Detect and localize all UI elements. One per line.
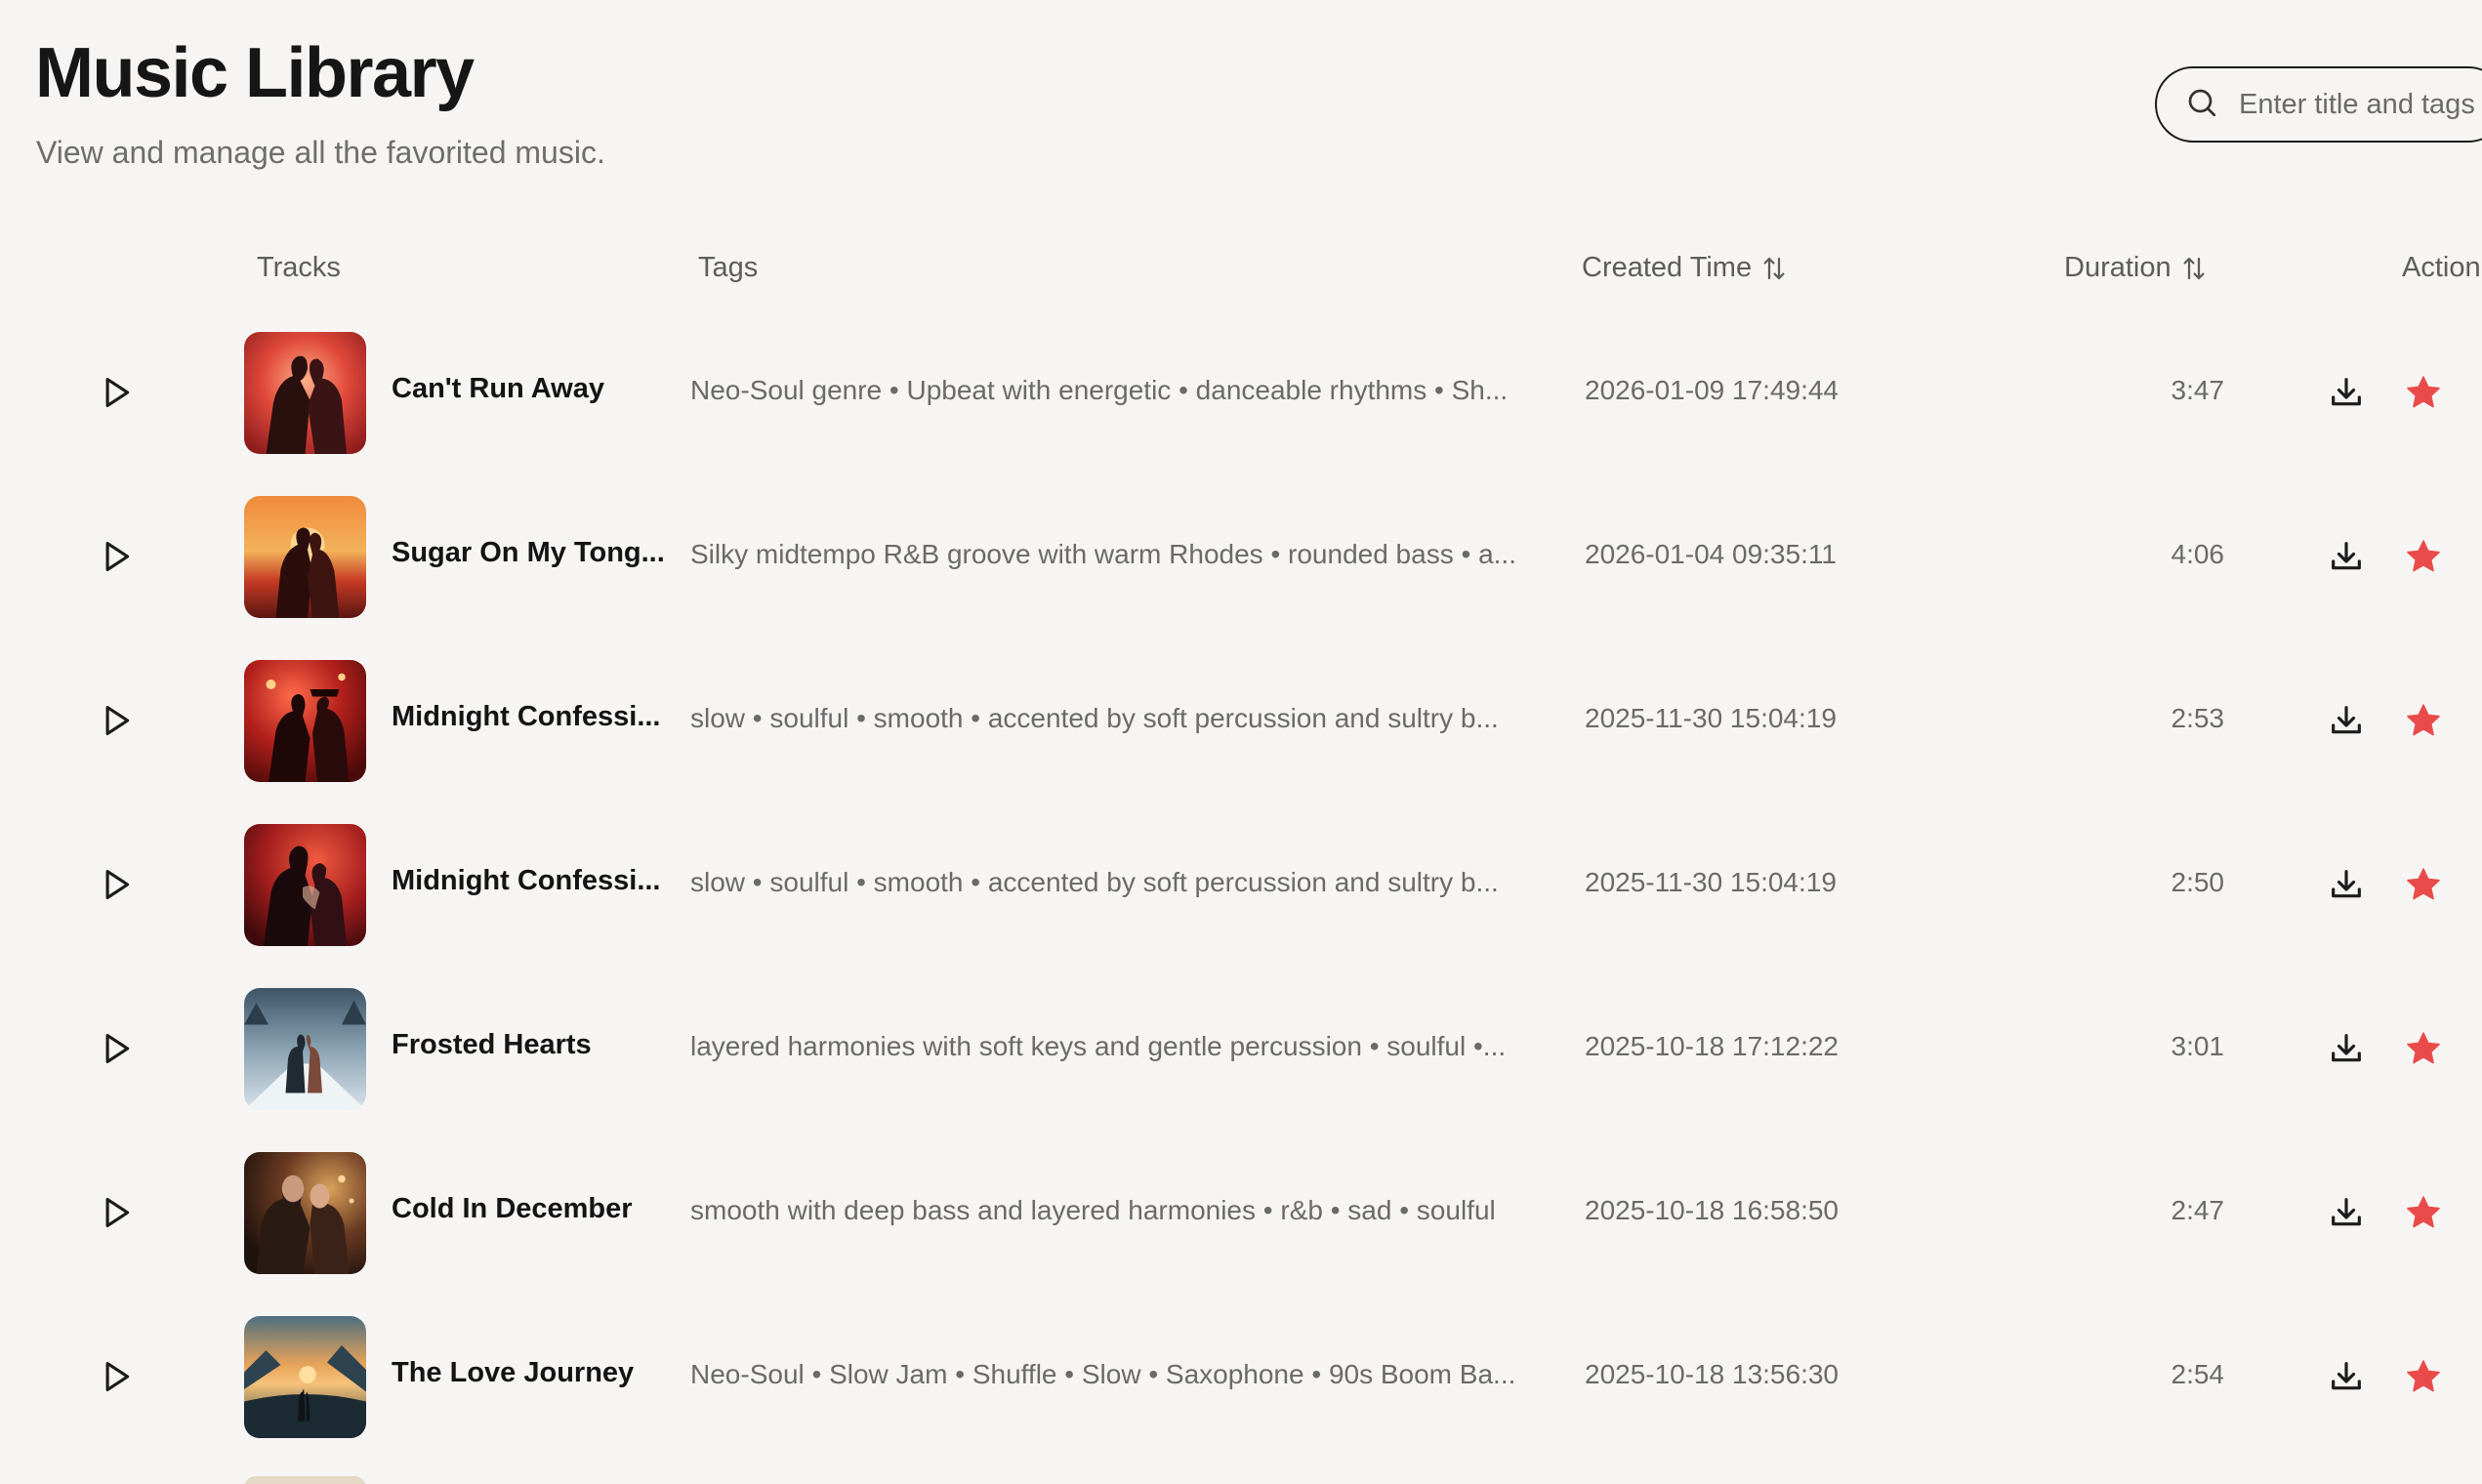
- table-row[interactable]: Midnight Confessi... slow • soulful • sm…: [0, 639, 2482, 803]
- star-icon: [2407, 868, 2440, 900]
- column-header-tags: Tags: [698, 252, 759, 283]
- download-icon: [2332, 706, 2361, 734]
- track-tags: layered harmonies with soft keys and gen…: [690, 1031, 1507, 1061]
- track-duration: 2:54: [2171, 1359, 2225, 1389]
- favorite-button[interactable]: [2404, 701, 2443, 740]
- play-icon: [105, 705, 130, 736]
- track-tags: slow • soulful • smooth • accented by so…: [690, 703, 1499, 733]
- track-duration: 4:06: [2171, 539, 2225, 569]
- track-created-time: 2025-10-18 17:12:22: [1585, 1031, 1839, 1061]
- track-created-time: 2025-10-18 13:56:30: [1585, 1359, 1839, 1389]
- download-button[interactable]: [2327, 1193, 2366, 1232]
- column-header-created-time[interactable]: Created Time: [1582, 252, 1789, 284]
- album-cover: [244, 824, 366, 946]
- favorite-button[interactable]: [2404, 865, 2443, 904]
- download-button[interactable]: [2327, 537, 2366, 576]
- album-cover: [244, 660, 366, 782]
- star-icon: [2407, 1360, 2440, 1392]
- track-duration: 2:53: [2171, 703, 2225, 733]
- play-icon: [105, 869, 130, 900]
- track-title[interactable]: Sugar On My Tong...: [392, 537, 665, 569]
- track-tags: smooth with deep bass and layered harmon…: [690, 1195, 1496, 1225]
- favorite-button[interactable]: [2404, 537, 2443, 576]
- search-input[interactable]: [2239, 88, 2482, 121]
- download-icon: [2332, 870, 2361, 898]
- track-tags: Neo-Soul • Slow Jam • Shuffle • Slow • S…: [690, 1359, 1516, 1389]
- music-library-page: Music Library View and manage all the fa…: [0, 0, 2482, 1484]
- sort-icon[interactable]: [1759, 254, 1789, 283]
- download-icon: [2332, 1362, 2361, 1390]
- download-icon: [2332, 1198, 2361, 1226]
- track-title[interactable]: The Love Journey: [392, 1357, 665, 1389]
- table-row[interactable]: Frosted Hearts layered harmonies with so…: [0, 967, 2482, 1131]
- album-cover: [244, 1316, 366, 1438]
- search-box[interactable]: [2155, 66, 2482, 143]
- sort-icon[interactable]: [2179, 254, 2209, 283]
- track-duration: 2:47: [2171, 1195, 2225, 1225]
- album-cover: [244, 1152, 366, 1274]
- download-icon: [2332, 1034, 2361, 1062]
- star-icon: [2407, 1032, 2440, 1064]
- track-tags: Neo-Soul genre • Upbeat with energetic •…: [690, 375, 1509, 405]
- album-cover: [244, 988, 366, 1110]
- play-icon: [105, 377, 130, 408]
- table-row[interactable]: Can't Run Away Neo-Soul genre • Upbeat w…: [0, 310, 2482, 474]
- column-header-action: Action: [2402, 252, 2481, 283]
- play-icon: [105, 1361, 130, 1392]
- star-icon: [2407, 704, 2440, 736]
- table-row[interactable]: Cold In December smooth with deep bass a…: [0, 1131, 2482, 1295]
- album-cover: [244, 496, 366, 618]
- track-tags: slow • soulful • smooth • accented by so…: [690, 867, 1499, 897]
- play-icon: [105, 1197, 130, 1228]
- play-button[interactable]: [96, 1189, 139, 1236]
- favorite-button[interactable]: [2404, 1357, 2443, 1396]
- play-button[interactable]: [96, 1025, 139, 1072]
- favorite-button[interactable]: [2404, 373, 2443, 412]
- track-created-time: 2026-01-04 09:35:11: [1585, 539, 1837, 569]
- column-header-duration[interactable]: Duration: [2064, 252, 2209, 284]
- play-button[interactable]: [96, 1353, 139, 1400]
- favorite-button[interactable]: [2404, 1193, 2443, 1232]
- download-button[interactable]: [2327, 865, 2366, 904]
- table-row[interactable]: Sugar On My Tong... Silky midtempo R&B g…: [0, 474, 2482, 639]
- download-button[interactable]: [2327, 701, 2366, 740]
- play-button[interactable]: [96, 861, 139, 908]
- play-icon: [105, 1033, 130, 1064]
- track-duration: 3:47: [2171, 375, 2225, 405]
- star-icon: [2407, 376, 2440, 408]
- search-icon: [2184, 85, 2219, 125]
- track-created-time: 2025-10-18 16:58:50: [1585, 1195, 1839, 1225]
- track-duration: 2:50: [2171, 867, 2225, 897]
- track-created-time: 2025-11-30 15:04:19: [1585, 703, 1837, 733]
- track-title[interactable]: Can't Run Away: [392, 373, 665, 405]
- page-subtitle: View and manage all the favorited music.: [36, 135, 605, 170]
- column-header-tracks: Tracks: [257, 252, 341, 283]
- track-created-time: 2026-01-09 17:49:44: [1585, 375, 1839, 405]
- download-icon: [2332, 542, 2361, 570]
- play-button[interactable]: [96, 369, 139, 416]
- album-cover: [244, 332, 366, 454]
- download-icon: [2332, 378, 2361, 406]
- favorite-button[interactable]: [2404, 1029, 2443, 1068]
- download-button[interactable]: [2327, 373, 2366, 412]
- track-created-time: 2025-11-30 15:04:19: [1585, 867, 1837, 897]
- star-icon: [2407, 1196, 2440, 1228]
- play-button[interactable]: [96, 697, 139, 744]
- track-tags: Silky midtempo R&B groove with warm Rhod…: [690, 539, 1516, 569]
- play-button[interactable]: [96, 533, 139, 580]
- download-button[interactable]: [2327, 1029, 2366, 1068]
- track-title[interactable]: Midnight Confessi...: [392, 865, 665, 897]
- download-button[interactable]: [2327, 1357, 2366, 1396]
- page-title: Music Library: [35, 34, 475, 112]
- track-title[interactable]: Midnight Confessi...: [392, 701, 665, 733]
- track-title[interactable]: Cold In December: [392, 1193, 665, 1225]
- track-title[interactable]: Frosted Hearts: [392, 1029, 665, 1061]
- table-row[interactable]: Midnight Confessi... slow • soulful • sm…: [0, 803, 2482, 967]
- table-row[interactable]: The Love Journey Neo-Soul • Slow Jam • S…: [0, 1295, 2482, 1459]
- star-icon: [2407, 540, 2440, 572]
- play-icon: [105, 541, 130, 572]
- track-duration: 3:01: [2171, 1031, 2225, 1061]
- album-cover: [244, 1476, 366, 1484]
